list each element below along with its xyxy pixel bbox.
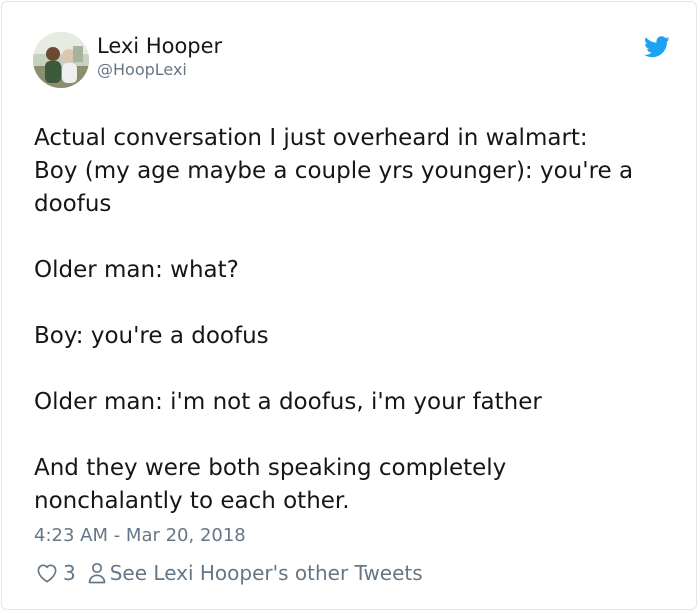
tweet-line: Older man: i'm not a doofus, i'm your fa…: [34, 389, 542, 415]
like-count[interactable]: 3: [63, 561, 76, 585]
heart-icon[interactable]: [36, 563, 58, 583]
tweet-line: Actual conversation I just overheard in …: [34, 125, 588, 151]
tweet-paragraph: Boy: you're a doofus: [34, 320, 674, 353]
tweet-text: Actual conversation I just overheard in …: [34, 122, 674, 518]
tweet-line: And they were both speaking completely: [34, 455, 507, 481]
tweet-timestamp[interactable]: 4:23 AM - Mar 20, 2018: [34, 524, 246, 548]
person-icon[interactable]: [88, 562, 106, 584]
twitter-bird-icon[interactable]: [644, 36, 670, 58]
tweet-card: Lexi Hooper @HoopLexi Actual conversatio…: [1, 1, 697, 610]
tweet-paragraph: Older man: what?: [34, 254, 674, 287]
tweet-line: Boy (my age maybe a couple yrs younger):…: [34, 158, 634, 184]
tweet-paragraph: Actual conversation I just overheard in …: [34, 122, 674, 221]
tweet-line: Older man: what?: [34, 257, 239, 283]
tweet-paragraph: And they were both speaking completely n…: [34, 452, 674, 518]
tweet-line: doofus: [34, 191, 112, 217]
tweet-paragraph: Older man: i'm not a doofus, i'm your fa…: [34, 386, 674, 419]
avatar[interactable]: [33, 32, 89, 88]
avatar-photo: [33, 32, 89, 88]
author-name[interactable]: Lexi Hooper: [97, 33, 222, 59]
tweet-line: Boy: you're a doofus: [34, 323, 269, 349]
other-tweets-link[interactable]: See Lexi Hooper's other Tweets: [110, 561, 423, 585]
tweet-line: nonchalantly to each other.: [34, 488, 350, 514]
author-handle[interactable]: @HoopLexi: [97, 60, 187, 80]
tweet-actions: 3 See Lexi Hooper's other Tweets: [36, 559, 423, 587]
